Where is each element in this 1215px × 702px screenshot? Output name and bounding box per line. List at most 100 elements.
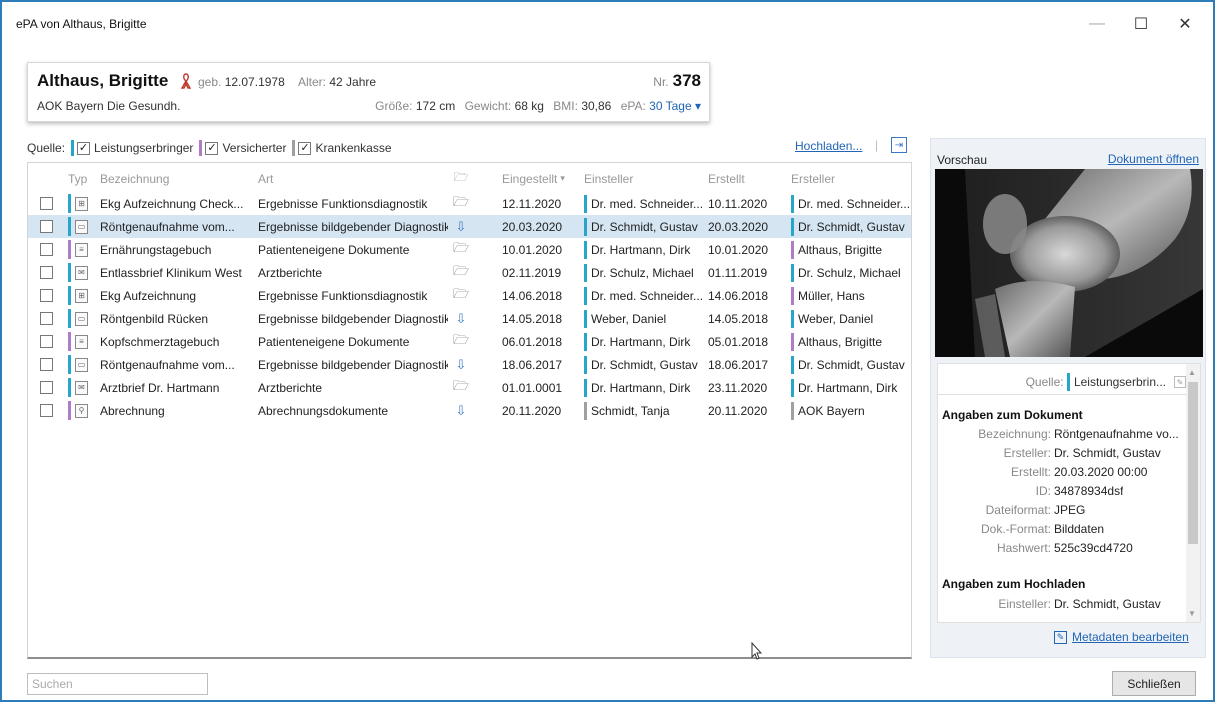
close-window-button[interactable]: ✕ xyxy=(1163,10,1207,38)
table-row[interactable]: ≡ Ernährungstagebuch Patienteneigene Dokum… xyxy=(28,238,911,261)
source-color xyxy=(584,309,587,328)
source-color xyxy=(68,263,71,282)
row-checkbox[interactable] xyxy=(40,243,53,256)
column-header-einsteller[interactable]: Einsteller xyxy=(584,167,704,190)
meta-value: Dr. Schmidt, Gustav xyxy=(1054,446,1161,460)
source-color xyxy=(68,309,71,328)
row-checkbox[interactable] xyxy=(40,312,53,325)
source-color xyxy=(68,194,71,213)
cell-einsteller: Dr. med. Schneider... xyxy=(584,284,704,307)
column-header-ersteller[interactable]: Ersteller xyxy=(791,167,911,190)
upload-icon[interactable]: ⇩ xyxy=(456,219,467,235)
cell-eingestellt: 06.01.2018 xyxy=(502,334,563,349)
source-label-krankenkasse: Krankenkasse xyxy=(315,141,392,155)
table-row[interactable]: ✉ Arztbrief Dr. Hartmann Arztberichte 🗁 01.0… xyxy=(28,376,911,399)
row-checkbox[interactable] xyxy=(40,266,53,279)
row-checkbox[interactable] xyxy=(40,358,53,371)
export-icon[interactable]: ⇥ xyxy=(891,137,907,153)
cell-eingestellt: 14.06.2018 xyxy=(502,288,563,303)
section-document-heading: Angaben zum Dokument xyxy=(942,408,1083,422)
source-filter-leistungserbringer[interactable]: ✓ Leistungserbringer xyxy=(71,140,193,156)
row-checkbox[interactable] xyxy=(40,335,53,348)
cell-einsteller: Dr. Hartmann, Dirk xyxy=(584,330,704,353)
cell-bezeichnung: Abrechnung xyxy=(100,403,165,418)
age: Alter: 42 Jahre xyxy=(298,75,377,89)
table-row[interactable]: ▭ Röntgenaufnahme vom... Ergebnisse bildge… xyxy=(28,215,911,238)
cell-einsteller: Schmidt, Tanja xyxy=(584,399,704,422)
cell-einsteller: Dr. Hartmann, Dirk xyxy=(584,238,704,261)
table-row[interactable]: ⚲ Abrechnung Abrechnungsdokumente ⇩ 20.11.20… xyxy=(28,399,911,422)
meta-quelle-label: Quelle: xyxy=(1025,375,1064,389)
folder-icon[interactable]: 🗁 xyxy=(446,167,476,190)
folder-icon[interactable]: 🗁 xyxy=(453,239,469,261)
status-cell: ⇩ xyxy=(446,399,476,422)
metadata-scrollbar[interactable]: ▲ ▼ xyxy=(1186,364,1200,622)
row-checkbox[interactable] xyxy=(40,220,53,233)
meta-value: 20.03.2020 00:00 xyxy=(1054,465,1148,479)
table-row[interactable]: ⊞ Ekg Aufzeichnung Ergebnisse Funktionsdia… xyxy=(28,284,911,307)
cell-ersteller: Dr. Schmidt, Gustav xyxy=(791,215,911,238)
column-header-eingestellt[interactable]: Eingestellt ▾ xyxy=(502,167,582,190)
source-filter-krankenkasse[interactable]: ✓ Krankenkasse xyxy=(292,140,392,156)
meta-value: JPEG xyxy=(1054,503,1086,517)
open-document-link[interactable]: Dokument öffnen xyxy=(1108,152,1199,166)
meta-label: ID: xyxy=(1035,484,1051,498)
cell-ersteller: Weber, Daniel xyxy=(791,307,911,330)
close-button[interactable]: Schließen xyxy=(1112,671,1196,696)
edit-source-icon[interactable]: ✎ xyxy=(1174,376,1186,388)
minimize-button[interactable]: — xyxy=(1075,10,1119,38)
column-header-typ[interactable]: Typ xyxy=(68,167,92,190)
folder-icon[interactable]: 🗁 xyxy=(453,262,469,284)
insurance-name: AOK Bayern Die Gesundh. xyxy=(37,99,181,113)
scrollbar-thumb[interactable] xyxy=(1188,382,1198,544)
row-checkbox-cell xyxy=(40,238,56,261)
table-row[interactable]: ⊞ Ekg Aufzeichnung Check... Ergebnisse Fun… xyxy=(28,192,911,215)
column-header-bezeichnung[interactable]: Bezeichnung xyxy=(100,167,260,190)
row-checkbox[interactable] xyxy=(40,289,53,302)
scroll-down-icon[interactable]: ▼ xyxy=(1188,609,1196,618)
preview-panel: Vorschau Dokument öffnen Quelle: Leistun… xyxy=(930,138,1206,658)
row-checkbox-cell xyxy=(40,330,56,353)
checkbox[interactable]: ✓ xyxy=(298,141,312,155)
folder-icon[interactable]: 🗁 xyxy=(453,285,469,307)
row-checkbox[interactable] xyxy=(40,404,53,417)
cell-eingestellt: 18.06.2017 xyxy=(502,357,563,372)
maximize-button[interactable]: ☐ xyxy=(1119,10,1163,38)
upload-icon[interactable]: ⇩ xyxy=(456,311,467,327)
cell-bezeichnung: Röntgenbild Rücken xyxy=(100,311,209,326)
epa-duration-dropdown[interactable]: 30 Tage ▾ xyxy=(649,99,701,113)
folder-icon[interactable]: 🗁 xyxy=(453,331,469,353)
cell-erstellt: 10.11.2020 xyxy=(708,196,768,211)
type-cell: ⊞ xyxy=(68,192,92,215)
cell-ersteller: Dr. Hartmann, Dirk xyxy=(791,376,911,399)
column-header-art[interactable]: Art xyxy=(258,167,448,190)
table-row[interactable]: ▭ Röntgenaufnahme vom... Ergebnisse bildge… xyxy=(28,353,911,376)
row-checkbox[interactable] xyxy=(40,197,53,210)
source-filter-versicherter[interactable]: ✓ Versicherter xyxy=(199,140,286,156)
metadata-box[interactable]: Quelle: Leistungserbrin... ✎ Angaben zum… xyxy=(937,363,1201,623)
folder-icon[interactable]: 🗁 xyxy=(453,193,469,215)
meta-label: Hashwert: xyxy=(996,541,1051,555)
table-row[interactable]: ≡ Kopfschmerztagebuch Patienteneigene Doku… xyxy=(28,330,911,353)
cell-bezeichnung: Ekg Aufzeichnung xyxy=(100,288,197,303)
scroll-up-icon[interactable]: ▲ xyxy=(1188,368,1196,377)
upload-link[interactable]: Hochladen... xyxy=(795,139,862,153)
upload-icon[interactable]: ⇩ xyxy=(456,357,467,373)
xray-preview-image[interactable] xyxy=(935,169,1203,357)
cell-ersteller: Dr. Schmidt, Gustav xyxy=(791,353,911,376)
upload-icon[interactable]: ⇩ xyxy=(456,403,467,419)
search-input[interactable] xyxy=(27,673,208,695)
table-row[interactable]: ✉ Entlassbrief Klinikum West Arztberichte 🗁… xyxy=(28,261,911,284)
row-checkbox[interactable] xyxy=(40,381,53,394)
checkbox[interactable]: ✓ xyxy=(205,141,219,155)
meta-label: Ersteller: xyxy=(1003,446,1051,460)
awareness-ribbon-icon xyxy=(181,73,191,89)
source-color xyxy=(584,332,587,351)
folder-icon[interactable]: 🗁 xyxy=(453,377,469,399)
column-header-erstellt[interactable]: Erstellt xyxy=(708,167,788,190)
table-row[interactable]: ▭ Röntgenbild Rücken Ergebnisse bildgebend… xyxy=(28,307,911,330)
checkbox[interactable]: ✓ xyxy=(77,141,91,155)
meta-value: 525c39cd4720 xyxy=(1054,541,1133,555)
status-cell: 🗁 xyxy=(446,376,476,399)
edit-metadata-link[interactable]: ✎ Metadaten bearbeiten xyxy=(1054,630,1189,644)
